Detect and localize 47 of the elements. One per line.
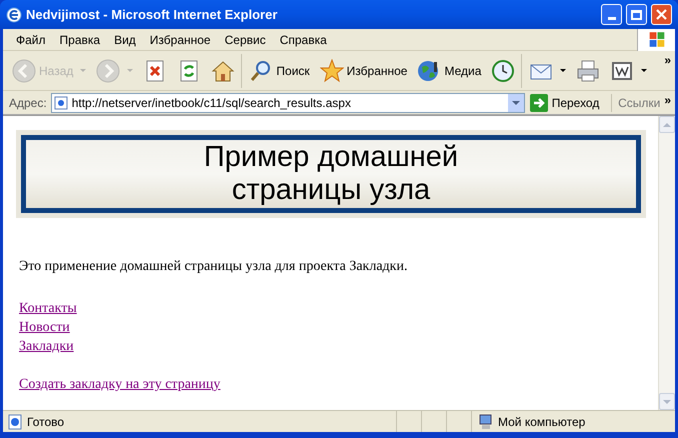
bookmark-link[interactable]: Создать закладку на эту страницу <box>19 374 220 395</box>
globe-icon <box>6 6 22 22</box>
caret-icon <box>560 69 566 72</box>
page-icon <box>7 414 23 430</box>
zone-text: Мой компьютер <box>498 414 586 430</box>
minimize-button[interactable] <box>601 4 622 25</box>
clock-icon <box>491 58 516 82</box>
dropdown-button[interactable] <box>508 94 524 112</box>
page-icon <box>54 96 68 110</box>
up-arrow-icon <box>663 122 671 126</box>
banner-title: страницы узла <box>232 174 430 207</box>
links-button[interactable]: Ссылки <box>611 94 664 112</box>
flag-icon <box>637 28 675 50</box>
intro-text: Это применение домашней страницы узла для проекта Закладки. <box>18 258 408 276</box>
toolbar-button[interactable]: Медиа <box>414 54 484 88</box>
caret-icon <box>80 69 86 72</box>
close-button[interactable] <box>651 4 672 25</box>
status-text: Готово <box>27 414 64 430</box>
banner-title: Пример домашней <box>204 141 458 174</box>
menu-item[interactable]: Файл <box>9 30 53 48</box>
printer-icon <box>576 58 600 82</box>
nav-link[interactable]: Закладки <box>19 337 74 356</box>
computer-icon <box>478 414 494 430</box>
menu-item[interactable]: Вид <box>107 30 143 48</box>
address-field[interactable]: http://netserver/inetbook/c11/sql/search_results.aspx <box>50 92 525 112</box>
caret-icon <box>641 69 648 72</box>
menu-item[interactable]: Избранное <box>142 30 218 48</box>
toolbar-button[interactable]: Поиск <box>246 54 313 88</box>
maximize-button[interactable] <box>626 4 647 25</box>
toolbar-button[interactable]: Избранное <box>316 54 410 88</box>
menu-item[interactable]: Сервис <box>218 30 273 48</box>
address-label: Адрес: <box>9 94 48 112</box>
menu-item[interactable]: Справка <box>272 30 334 48</box>
nav-link[interactable]: Контакты <box>19 299 77 318</box>
go-button[interactable]: Переход <box>524 94 604 112</box>
window-title: Nedvijimost - Microsoft Internet Explorer <box>26 6 278 24</box>
down-arrow-icon <box>663 400 671 404</box>
house-icon <box>211 58 236 82</box>
caret-icon <box>127 69 134 72</box>
caret-icon <box>512 100 520 104</box>
star-icon <box>320 58 344 82</box>
close-icon <box>656 9 667 20</box>
nav-link[interactable]: Новости <box>19 318 70 337</box>
menu-item[interactable]: Правка <box>52 30 108 48</box>
links-overflow[interactable]: » <box>664 91 675 109</box>
scrollbar[interactable] <box>658 116 675 410</box>
toolbar-overflow[interactable]: » <box>664 51 675 69</box>
